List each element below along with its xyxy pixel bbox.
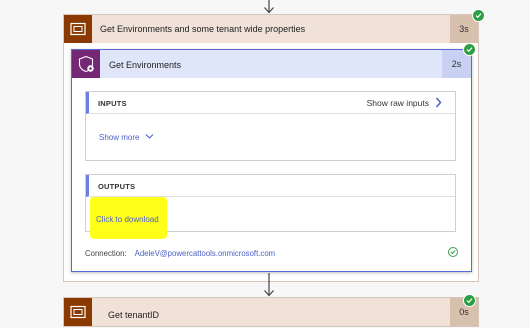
- action-success-checkmark-icon: [463, 43, 476, 56]
- connection-account-link[interactable]: AdeleV@powercattools.onmicrosoft.com: [135, 249, 276, 258]
- outputs-section: OUTPUTS Click to download: [85, 174, 456, 239]
- inputs-header: INPUTS Show raw inputs: [86, 92, 455, 114]
- show-raw-inputs-link[interactable]: Show raw inputs: [367, 98, 429, 108]
- flow-arrow-icon: [264, 273, 274, 297]
- chevron-down-icon[interactable]: [145, 133, 154, 140]
- shield-gear-icon: [72, 50, 100, 78]
- inputs-section: INPUTS Show raw inputs Show more: [85, 91, 456, 161]
- show-more-link[interactable]: Show more: [99, 133, 139, 142]
- scope-success-checkmark-icon: [472, 9, 485, 22]
- next-step-card[interactable]: Get tenantID 0s: [63, 297, 479, 327]
- chevron-right-icon[interactable]: [435, 97, 442, 108]
- inputs-label: INPUTS: [98, 99, 127, 108]
- scope-icon: [64, 15, 92, 43]
- scope-icon: [64, 298, 92, 326]
- action-header[interactable]: Get Environments 2s: [72, 50, 471, 78]
- connection-label: Connection:: [85, 249, 127, 258]
- action-title: Get Environments: [109, 60, 182, 70]
- connection-ok-checkmark-icon: [448, 247, 458, 257]
- scope-header[interactable]: Get Environments and some tenant wide pr…: [64, 15, 478, 43]
- next-step-success-checkmark-icon: [463, 294, 476, 307]
- action-card-get-environments[interactable]: Get Environments 2s INPUTS Show raw inpu…: [71, 49, 472, 272]
- click-to-download-link[interactable]: Click to download: [96, 215, 159, 224]
- next-step-title: Get tenantID: [108, 310, 160, 320]
- outputs-label: OUTPUTS: [98, 182, 136, 191]
- scope-title: Get Environments and some tenant wide pr…: [100, 24, 306, 34]
- flow-arrow-icon: [264, 0, 274, 14]
- outputs-header: OUTPUTS: [86, 175, 455, 197]
- connection-row: Connection: AdeleV@powercattools.onmicros…: [85, 249, 275, 258]
